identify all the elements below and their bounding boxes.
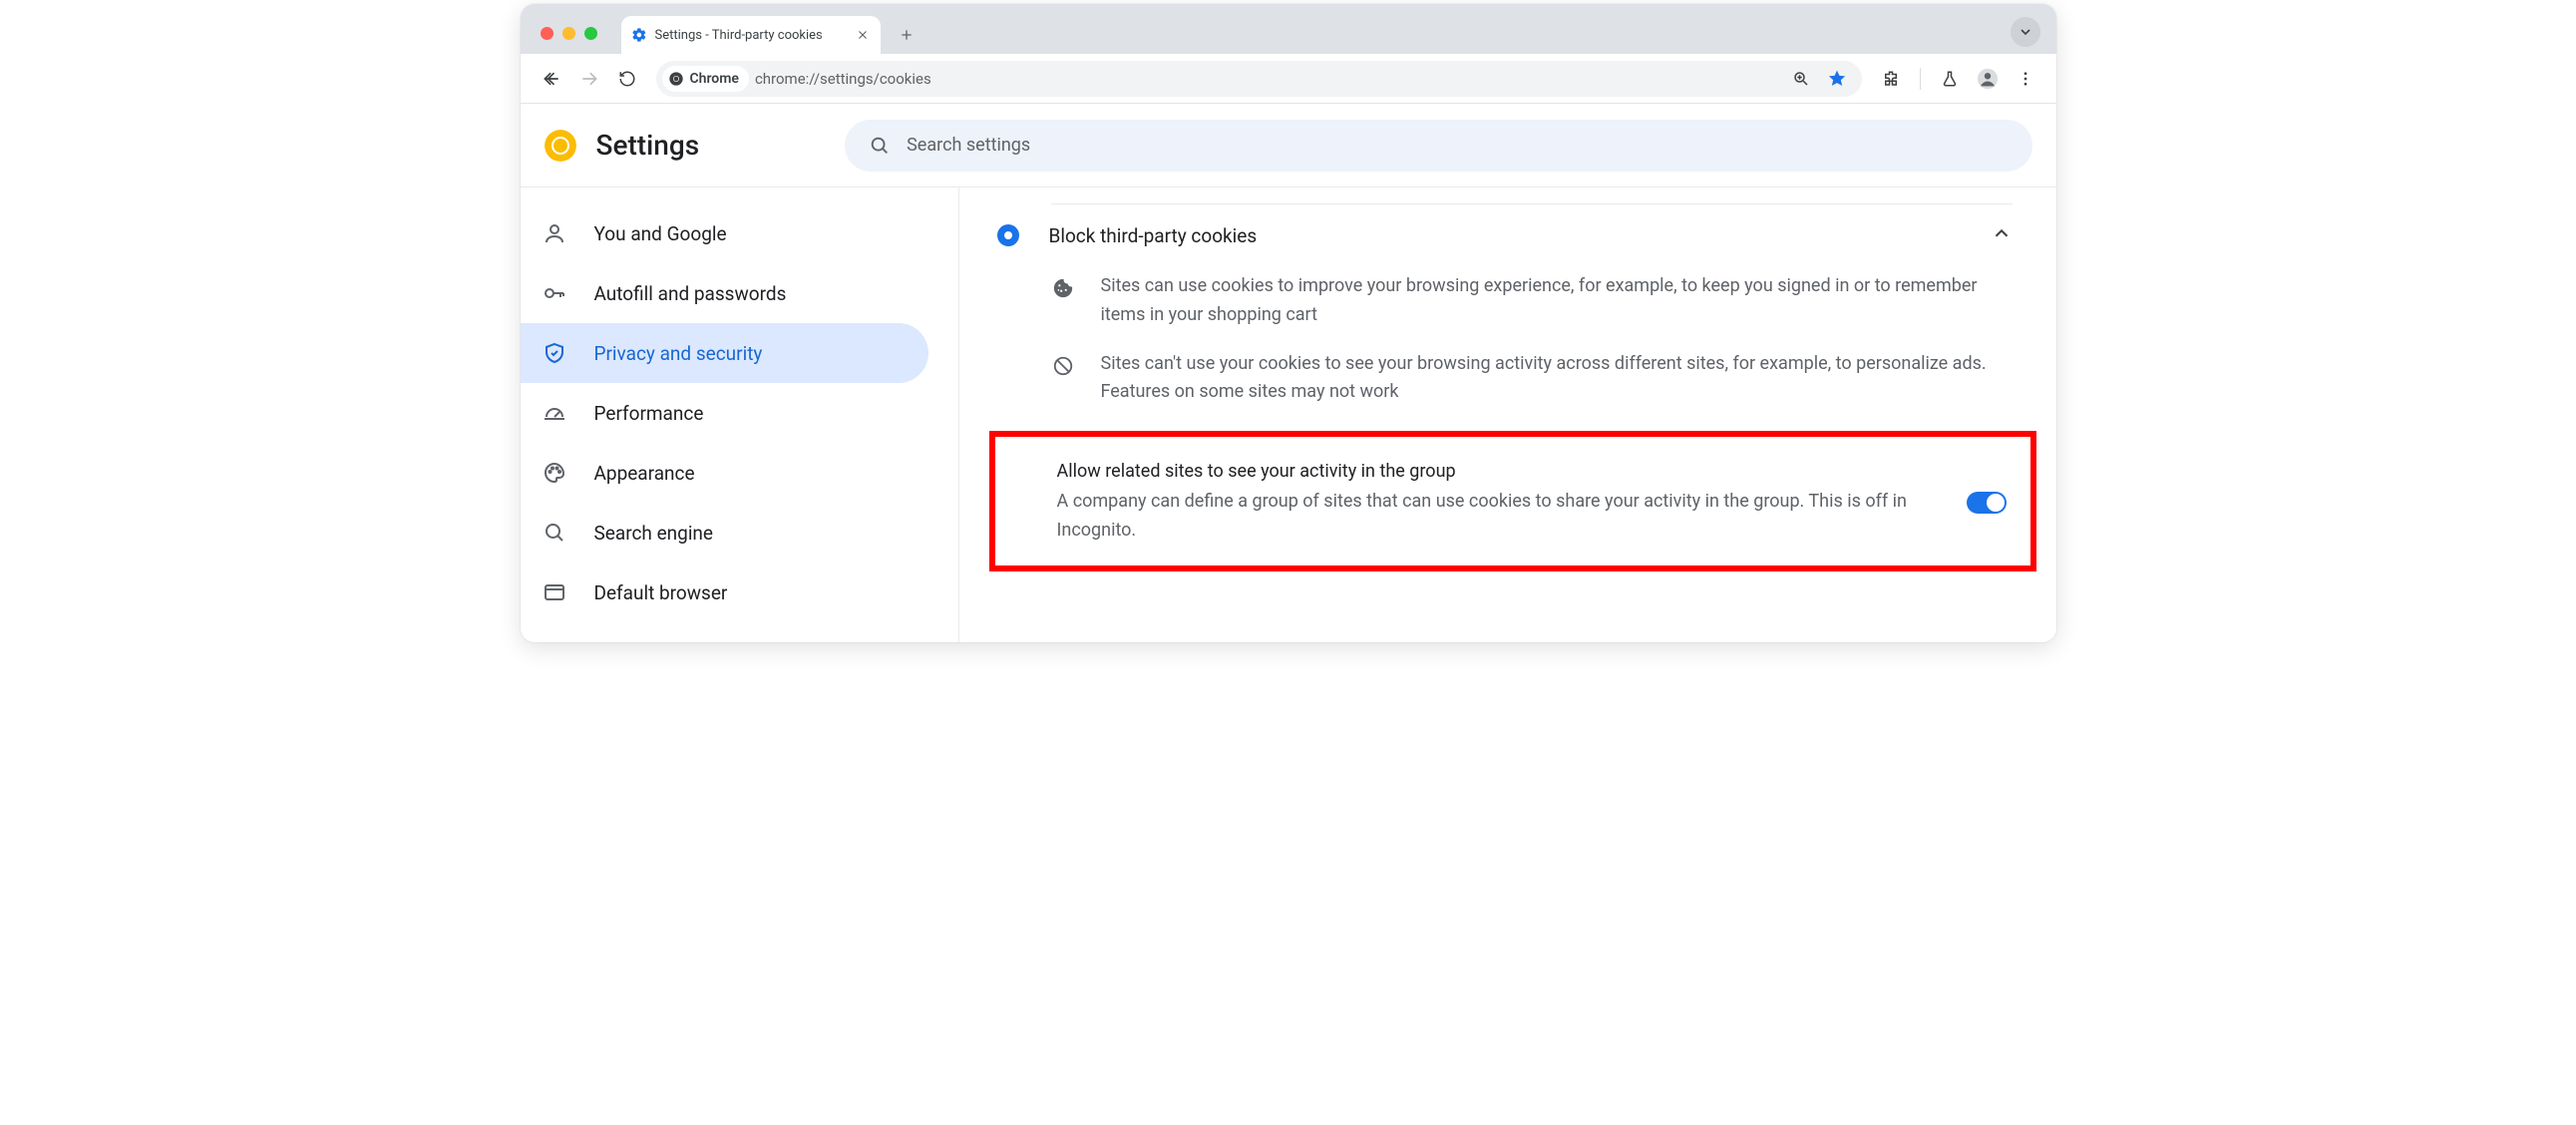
browser-toolbar: Chrome chrome://settings/cookies [521,54,2056,104]
option-title: Block third-party cookies [1049,224,1961,247]
window-controls [541,27,597,40]
extensions-icon[interactable] [1874,62,1908,96]
search-icon [869,135,891,157]
minimize-window-button[interactable] [562,27,575,40]
profile-icon[interactable] [1971,62,2005,96]
sidebar-item-search-engine[interactable]: Search engine [521,503,928,562]
sidebar-item-label: Default browser [594,581,728,604]
browser-window: Settings - Third-party cookies Chrome [521,4,2056,642]
close-tab-button[interactable] [855,27,871,43]
sidebar-item-autofill[interactable]: Autofill and passwords [521,263,928,323]
search-placeholder: Search settings [907,135,1030,156]
sidebar-item-label: Autofill and passwords [594,282,787,305]
close-window-button[interactable] [541,27,553,40]
new-tab-button[interactable] [893,21,920,49]
url-text: chrome://settings/cookies [755,70,1778,88]
sidebar-item-you-and-google[interactable]: You and Google [521,203,928,263]
sidebar-item-label: You and Google [594,222,727,245]
tab-title: Settings - Third-party cookies [655,28,847,43]
block-icon [1051,354,1075,378]
search-icon [543,521,566,545]
sidebar-item-default-browser[interactable]: Default browser [521,562,928,622]
forward-button[interactable] [572,62,606,96]
bookmark-icon[interactable] [1820,62,1854,96]
chrome-logo-icon [545,130,576,162]
page-title: Settings [596,129,700,162]
address-bar[interactable]: Chrome chrome://settings/cookies [656,61,1862,97]
sidebar-item-label: Privacy and security [594,342,763,365]
person-icon [543,221,566,245]
sidebar-item-label: Performance [594,402,704,425]
allow-related-sites-row: Allow related sites to see your activity… [989,431,2036,571]
description-row-allowed: Sites can use cookies to improve your br… [989,270,2036,348]
settings-brand: Settings [545,129,700,162]
maximize-window-button[interactable] [584,27,597,40]
tab-strip: Settings - Third-party cookies [521,4,2056,54]
sidebar-item-privacy[interactable]: Privacy and security [521,323,928,383]
reload-button[interactable] [610,62,644,96]
key-icon [543,281,566,305]
description-row-blocked: Sites can't use your cookies to see your… [989,348,2036,426]
allow-related-title: Allow related sites to see your activity… [1057,461,1943,482]
description-text: Sites can use cookies to improve your br… [1101,272,2013,330]
block-third-party-option[interactable]: Block third-party cookies [989,204,2036,270]
description-text: Sites can't use your cookies to see your… [1101,350,2013,408]
tabs-overflow-button[interactable] [2011,17,2040,47]
overflow-menu-icon[interactable] [2009,62,2042,96]
cookie-icon [1051,276,1075,300]
browser-icon [543,580,566,604]
settings-header: Settings Search settings [521,104,2056,188]
chrome-chip: Chrome [662,66,749,92]
chevron-up-icon[interactable] [1991,222,2013,248]
browser-tab[interactable]: Settings - Third-party cookies [621,16,881,54]
sidebar-item-label: Search engine [594,522,714,545]
zoom-icon[interactable] [1784,62,1818,96]
gear-icon [631,27,647,43]
speedometer-icon [543,401,566,425]
toolbar-separator [1920,68,1921,90]
shield-icon [543,341,566,365]
sidebar-item-performance[interactable]: Performance [521,383,928,443]
search-settings-input[interactable]: Search settings [845,120,2031,172]
settings-page: Settings Search settings You and Google … [521,104,2056,642]
allow-related-subtitle: A company can define a group of sites th… [1057,488,1943,546]
sidebar-item-label: Appearance [594,462,695,485]
labs-icon[interactable] [1933,62,1967,96]
radio-selected-icon[interactable] [997,224,1019,246]
palette-icon [543,461,566,485]
chrome-chip-label: Chrome [690,71,739,87]
back-button[interactable] [535,62,568,96]
sidebar-item-appearance[interactable]: Appearance [521,443,928,503]
allow-related-toggle[interactable] [1967,492,2007,514]
